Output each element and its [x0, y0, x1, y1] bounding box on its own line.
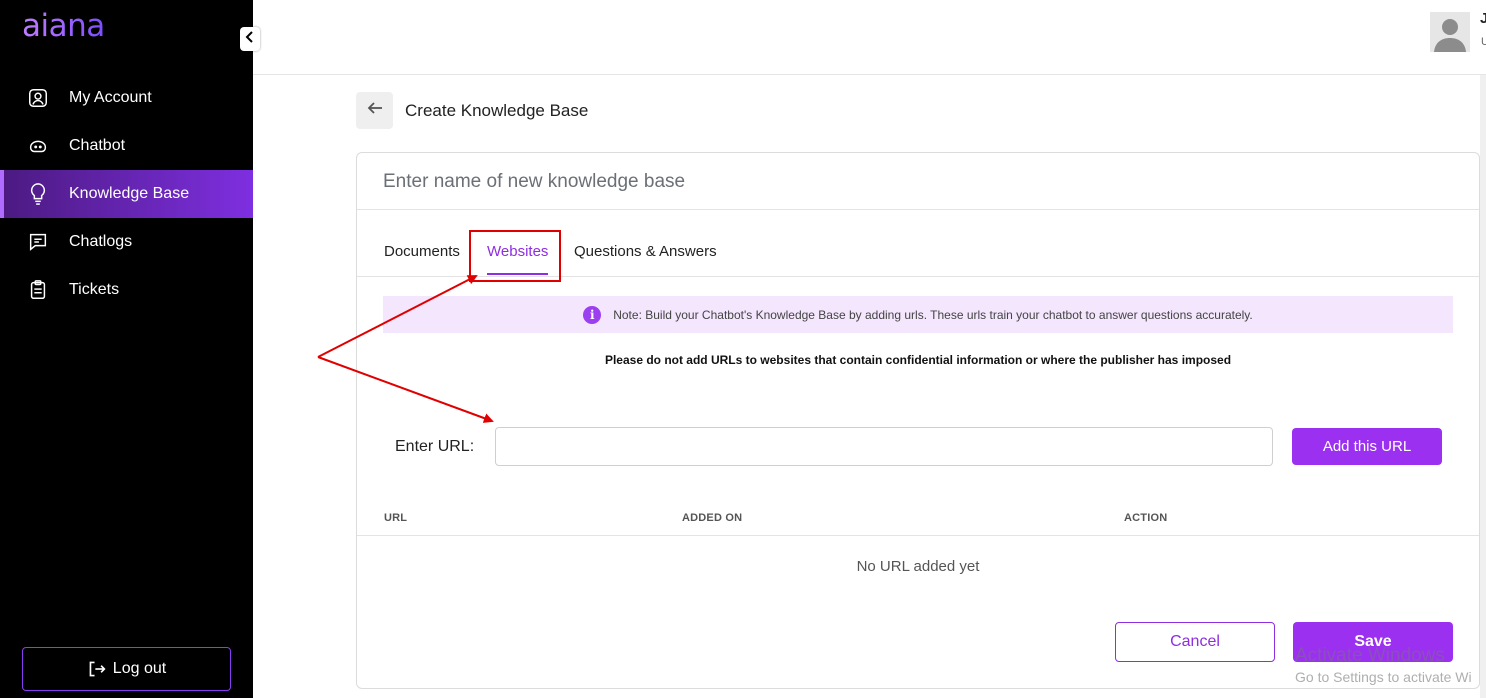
brand-logo[interactable]: aiana: [22, 8, 105, 44]
note-text: Note: Build your Chatbot's Knowledge Bas…: [613, 307, 1253, 322]
chevron-left-icon: [245, 30, 255, 48]
chat-icon: [26, 230, 50, 254]
clipboard-icon: [26, 278, 50, 302]
annotation-highlight-box: [469, 230, 561, 282]
empty-state-text: No URL added yet: [856, 558, 980, 575]
sidebar-item-chatbot[interactable]: Chatbot: [0, 122, 253, 170]
user-role: U: [1481, 36, 1486, 48]
app-root: aiana My Account Chatbot Knowledge Base …: [0, 0, 1486, 698]
tab-documents[interactable]: Documents: [384, 243, 460, 260]
user-square-icon: [26, 86, 50, 110]
avatar[interactable]: [1430, 12, 1470, 52]
sidebar-item-tickets[interactable]: Tickets: [0, 266, 253, 314]
divider: [357, 535, 1479, 536]
sidebar-nav: My Account Chatbot Knowledge Base Chatlo…: [0, 74, 253, 314]
kb-name-field[interactable]: Enter name of new knowledge base: [383, 171, 685, 193]
logout-icon: [87, 660, 107, 678]
column-header-action: ACTION: [1124, 512, 1168, 524]
back-button[interactable]: [356, 92, 393, 129]
sidebar-item-label: My Account: [69, 89, 152, 106]
column-header-added-on: ADDED ON: [682, 512, 743, 524]
arrow-left-icon: [367, 101, 383, 120]
info-icon: i: [583, 305, 602, 324]
scrollbar[interactable]: [1480, 75, 1486, 698]
watermark-title: Activate Windows: [1295, 645, 1445, 666]
url-input[interactable]: [495, 427, 1273, 466]
logout-label: Log out: [112, 660, 167, 677]
bot-icon: [26, 134, 50, 158]
top-header: J U: [253, 0, 1486, 75]
tab-questions-answers[interactable]: Questions & Answers: [574, 243, 717, 260]
warning-text: Please do not add URLs to websites that …: [604, 353, 1232, 367]
sidebar-item-chatlogs[interactable]: Chatlogs: [0, 218, 253, 266]
info-note: i Note: Build your Chatbot's Knowledge B…: [383, 296, 1453, 333]
url-label: Enter URL:: [395, 438, 475, 455]
page-title: Create Knowledge Base: [405, 101, 589, 120]
column-header-url: URL: [384, 512, 408, 524]
sidebar: aiana My Account Chatbot Knowledge Base …: [0, 0, 253, 698]
sidebar-item-knowledge-base[interactable]: Knowledge Base: [0, 170, 253, 218]
sidebar-item-label: Knowledge Base: [69, 185, 190, 202]
divider: [357, 209, 1479, 210]
sidebar-item-my-account[interactable]: My Account: [0, 74, 253, 122]
sidebar-item-label: Chatlogs: [69, 233, 133, 250]
add-url-button[interactable]: Add this URL: [1292, 428, 1442, 465]
cancel-button[interactable]: Cancel: [1115, 622, 1275, 662]
sidebar-item-label: Tickets: [69, 281, 120, 298]
user-name: J: [1480, 10, 1486, 27]
logout-button[interactable]: Log out: [22, 647, 231, 691]
watermark-subtitle: Go to Settings to activate Wi: [1295, 669, 1472, 685]
sidebar-collapse-button[interactable]: [240, 27, 260, 51]
lightbulb-icon: [26, 182, 50, 206]
sidebar-item-label: Chatbot: [69, 137, 126, 154]
